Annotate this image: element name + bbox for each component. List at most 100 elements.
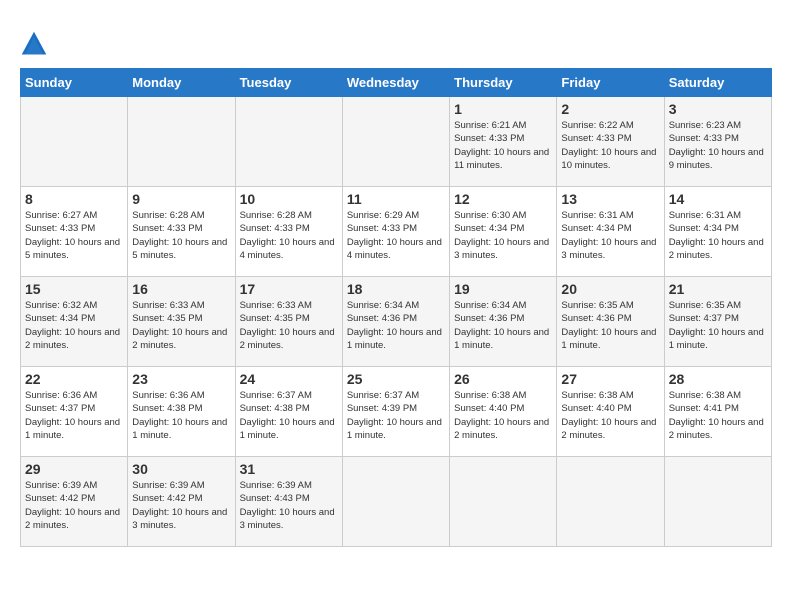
day-info: Sunrise: 6:33 AMSunset: 4:35 PMDaylight:… <box>132 299 230 352</box>
day-info: Sunrise: 6:34 AMSunset: 4:36 PMDaylight:… <box>347 299 445 352</box>
weekday-header: Friday <box>557 69 664 97</box>
calendar-cell: 14 Sunrise: 6:31 AMSunset: 4:34 PMDayligh… <box>664 187 771 277</box>
day-number: 26 <box>454 371 552 387</box>
calendar-cell: 22Sunrise: 6:36 AMSunset: 4:37 PMDayligh… <box>21 367 128 457</box>
calendar-cell <box>235 97 342 187</box>
calendar-cell: 26 Sunrise: 6:38 AMSunset: 4:40 PMDayligh… <box>450 367 557 457</box>
day-number: 20 <box>561 281 659 297</box>
calendar-cell <box>664 457 771 547</box>
day-info: Sunrise: 6:38 AMSunset: 4:41 PMDaylight:… <box>669 389 767 442</box>
day-number: 16 <box>132 281 230 297</box>
day-number: 8 <box>25 191 123 207</box>
calendar-cell: 31 Sunrise: 6:39 AMSunset: 4:43 PMDayligh… <box>235 457 342 547</box>
day-info: Sunrise: 6:27 AMSunset: 4:33 PMDaylight:… <box>25 209 123 262</box>
calendar-cell: 9 Sunrise: 6:28 AMSunset: 4:33 PMDaylight… <box>128 187 235 277</box>
calendar-cell: 10 Sunrise: 6:28 AMSunset: 4:33 PMDayligh… <box>235 187 342 277</box>
day-number: 22 <box>25 371 123 387</box>
calendar-cell: 25 Sunrise: 6:37 AMSunset: 4:39 PMDayligh… <box>342 367 449 457</box>
weekday-header: Sunday <box>21 69 128 97</box>
weekday-header: Monday <box>128 69 235 97</box>
calendar-cell <box>450 457 557 547</box>
day-info: Sunrise: 6:31 AMSunset: 4:34 PMDaylight:… <box>669 209 767 262</box>
day-number: 27 <box>561 371 659 387</box>
day-number: 19 <box>454 281 552 297</box>
calendar-cell: 16 Sunrise: 6:33 AMSunset: 4:35 PMDayligh… <box>128 277 235 367</box>
day-info: Sunrise: 6:28 AMSunset: 4:33 PMDaylight:… <box>132 209 230 262</box>
header <box>20 20 772 58</box>
day-info: Sunrise: 6:28 AMSunset: 4:33 PMDaylight:… <box>240 209 338 262</box>
day-number: 23 <box>132 371 230 387</box>
calendar-cell: 23 Sunrise: 6:36 AMSunset: 4:38 PMDayligh… <box>128 367 235 457</box>
day-number: 10 <box>240 191 338 207</box>
calendar-week: 1 Sunrise: 6:21 AMSunset: 4:33 PMDaylight… <box>21 97 772 187</box>
day-info: Sunrise: 6:22 AMSunset: 4:33 PMDaylight:… <box>561 119 659 172</box>
weekday-header: Saturday <box>664 69 771 97</box>
day-number: 30 <box>132 461 230 477</box>
day-info: Sunrise: 6:39 AMSunset: 4:42 PMDaylight:… <box>25 479 123 532</box>
day-number: 28 <box>669 371 767 387</box>
calendar-cell: 21Sunrise: 6:35 AMSunset: 4:37 PMDayligh… <box>664 277 771 367</box>
calendar-week: 29 Sunrise: 6:39 AMSunset: 4:42 PMDayligh… <box>21 457 772 547</box>
day-number: 2 <box>561 101 659 117</box>
day-info: Sunrise: 6:36 AMSunset: 4:38 PMDaylight:… <box>132 389 230 442</box>
weekday-header: Wednesday <box>342 69 449 97</box>
day-number: 14 <box>669 191 767 207</box>
day-number: 12 <box>454 191 552 207</box>
logo-icon <box>20 30 48 58</box>
calendar-cell: 11Sunrise: 6:29 AMSunset: 4:33 PMDayligh… <box>342 187 449 277</box>
day-info: Sunrise: 6:37 AMSunset: 4:38 PMDaylight:… <box>240 389 338 442</box>
calendar-cell: 17 Sunrise: 6:33 AMSunset: 4:35 PMDayligh… <box>235 277 342 367</box>
day-number: 24 <box>240 371 338 387</box>
day-info: Sunrise: 6:39 AMSunset: 4:42 PMDaylight:… <box>132 479 230 532</box>
calendar-cell: 1 Sunrise: 6:21 AMSunset: 4:33 PMDaylight… <box>450 97 557 187</box>
calendar-week: 22Sunrise: 6:36 AMSunset: 4:37 PMDayligh… <box>21 367 772 457</box>
day-number: 3 <box>669 101 767 117</box>
day-number: 29 <box>25 461 123 477</box>
day-number: 17 <box>240 281 338 297</box>
calendar-cell: 29 Sunrise: 6:39 AMSunset: 4:42 PMDayligh… <box>21 457 128 547</box>
day-info: Sunrise: 6:34 AMSunset: 4:36 PMDaylight:… <box>454 299 552 352</box>
calendar-week: 8 Sunrise: 6:27 AMSunset: 4:33 PMDaylight… <box>21 187 772 277</box>
day-info: Sunrise: 6:38 AMSunset: 4:40 PMDaylight:… <box>454 389 552 442</box>
calendar-cell <box>128 97 235 187</box>
calendar-cell: 18 Sunrise: 6:34 AMSunset: 4:36 PMDayligh… <box>342 277 449 367</box>
calendar-cell: 13Sunrise: 6:31 AMSunset: 4:34 PMDayligh… <box>557 187 664 277</box>
calendar-body: 1 Sunrise: 6:21 AMSunset: 4:33 PMDaylight… <box>21 97 772 547</box>
calendar-cell: 3 Sunrise: 6:23 AMSunset: 4:33 PMDaylight… <box>664 97 771 187</box>
day-info: Sunrise: 6:35 AMSunset: 4:36 PMDaylight:… <box>561 299 659 352</box>
day-info: Sunrise: 6:37 AMSunset: 4:39 PMDaylight:… <box>347 389 445 442</box>
day-number: 31 <box>240 461 338 477</box>
day-info: Sunrise: 6:23 AMSunset: 4:33 PMDaylight:… <box>669 119 767 172</box>
day-number: 15 <box>25 281 123 297</box>
calendar-cell: 27 Sunrise: 6:38 AMSunset: 4:40 PMDayligh… <box>557 367 664 457</box>
day-number: 25 <box>347 371 445 387</box>
calendar-cell: 24 Sunrise: 6:37 AMSunset: 4:38 PMDayligh… <box>235 367 342 457</box>
calendar-cell: 30 Sunrise: 6:39 AMSunset: 4:42 PMDayligh… <box>128 457 235 547</box>
day-info: Sunrise: 6:32 AMSunset: 4:34 PMDaylight:… <box>25 299 123 352</box>
calendar-cell <box>557 457 664 547</box>
day-number: 11 <box>347 191 445 207</box>
weekday-row: SundayMondayTuesdayWednesdayThursdayFrid… <box>21 69 772 97</box>
calendar-cell: 28 Sunrise: 6:38 AMSunset: 4:41 PMDayligh… <box>664 367 771 457</box>
calendar-cell <box>21 97 128 187</box>
logo <box>20 30 52 58</box>
calendar-cell: 8 Sunrise: 6:27 AMSunset: 4:33 PMDaylight… <box>21 187 128 277</box>
day-info: Sunrise: 6:21 AMSunset: 4:33 PMDaylight:… <box>454 119 552 172</box>
calendar-cell: 12 Sunrise: 6:30 AMSunset: 4:34 PMDayligh… <box>450 187 557 277</box>
day-number: 13 <box>561 191 659 207</box>
day-number: 9 <box>132 191 230 207</box>
day-info: Sunrise: 6:38 AMSunset: 4:40 PMDaylight:… <box>561 389 659 442</box>
day-info: Sunrise: 6:33 AMSunset: 4:35 PMDaylight:… <box>240 299 338 352</box>
calendar-cell <box>342 97 449 187</box>
day-number: 1 <box>454 101 552 117</box>
day-number: 18 <box>347 281 445 297</box>
calendar-cell <box>342 457 449 547</box>
day-number: 21 <box>669 281 767 297</box>
day-info: Sunrise: 6:39 AMSunset: 4:43 PMDaylight:… <box>240 479 338 532</box>
calendar-week: 15 Sunrise: 6:32 AMSunset: 4:34 PMDayligh… <box>21 277 772 367</box>
calendar: SundayMondayTuesdayWednesdayThursdayFrid… <box>20 68 772 547</box>
weekday-header: Thursday <box>450 69 557 97</box>
weekday-header: Tuesday <box>235 69 342 97</box>
day-info: Sunrise: 6:30 AMSunset: 4:34 PMDaylight:… <box>454 209 552 262</box>
calendar-cell: 15 Sunrise: 6:32 AMSunset: 4:34 PMDayligh… <box>21 277 128 367</box>
